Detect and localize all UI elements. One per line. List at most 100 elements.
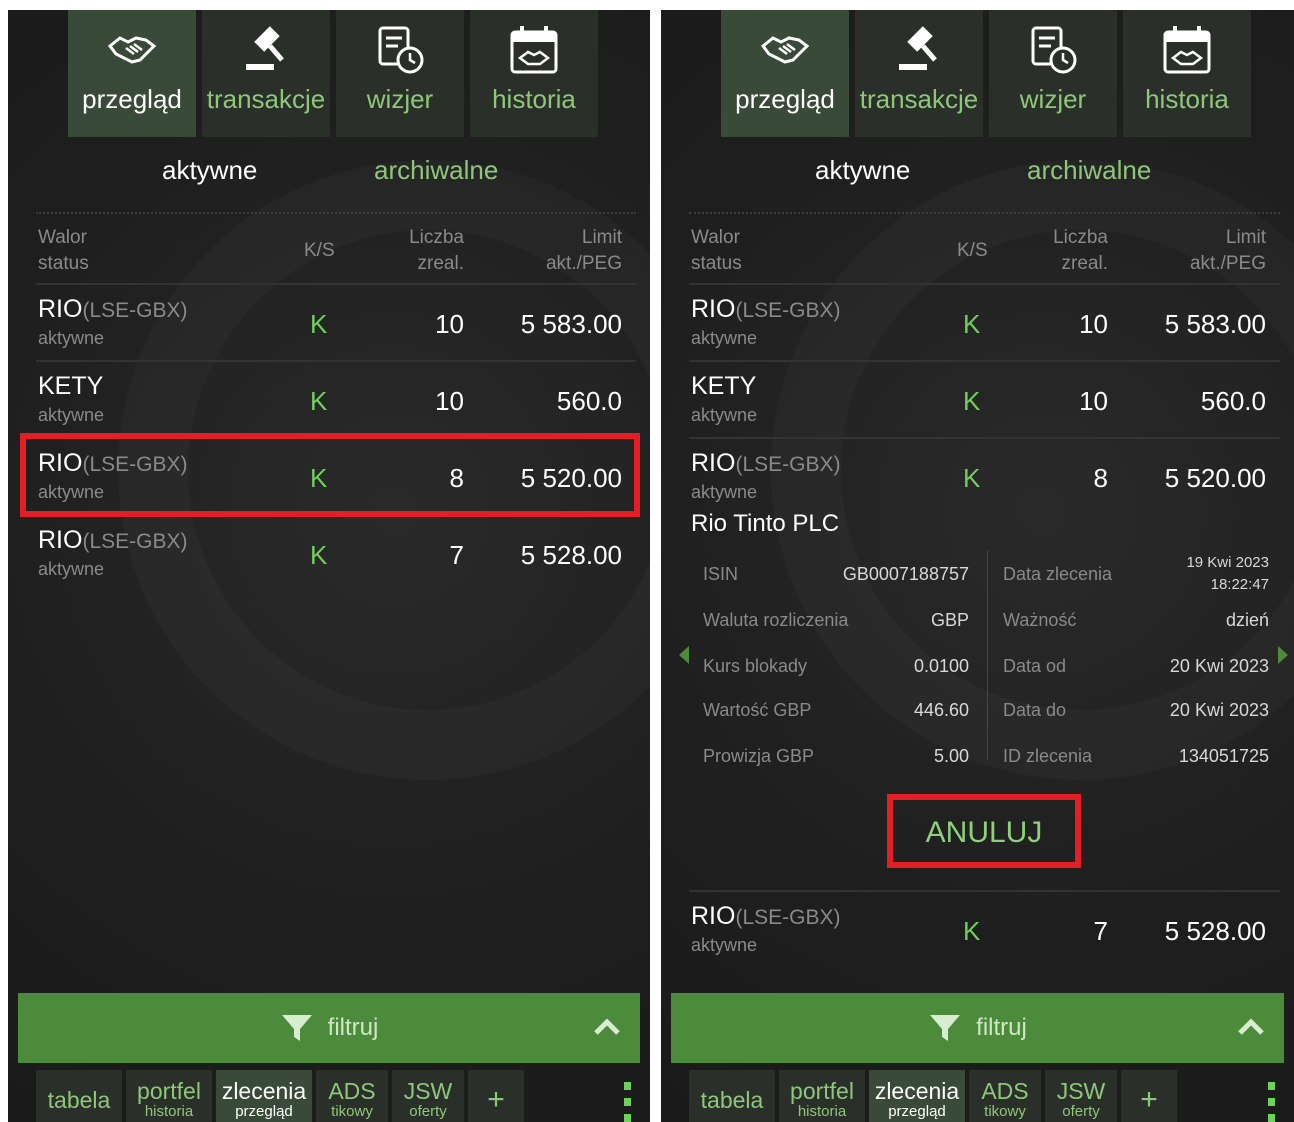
- bottom-tab-zlecenia[interactable]: zlecenia przegląd: [869, 1070, 965, 1122]
- table-row[interactable]: RIO(LSE-GBX) aktywne K 10 5 583.00: [8, 283, 650, 359]
- order-symbol: RIO(LSE-GBX): [38, 526, 188, 554]
- more-menu-icon[interactable]: [1268, 1082, 1276, 1122]
- tab-przeglad[interactable]: przegląd: [68, 10, 196, 137]
- detail-order-date: Data zlecenia 19 Kwi 2023 18:22:47: [1003, 554, 1269, 593]
- calendar-handshake-icon: [508, 24, 560, 76]
- tab-historia[interactable]: historia: [1123, 10, 1251, 137]
- table-header: Walor status K/S Liczba zreal. Limit akt./P…: [661, 225, 1294, 283]
- top-navigation: przegląd transakcje wizjer historia: [68, 10, 598, 137]
- divider: [36, 212, 636, 214]
- order-limit: 560.0: [556, 386, 622, 416]
- header-ks: K/S: [304, 240, 335, 261]
- detail-currency: Waluta rozliczenia GBP: [703, 610, 969, 630]
- order-status: aktywne: [38, 405, 105, 425]
- order-side: K: [963, 463, 981, 493]
- bottom-tab-portfel[interactable]: portfel historia: [126, 1070, 212, 1122]
- filter-label: filtruj: [976, 1014, 1027, 1041]
- order-side: K: [310, 386, 328, 416]
- bottom-tab-ads[interactable]: ADS tikowy: [316, 1070, 388, 1122]
- detail-isin: ISIN GB0007188757: [703, 564, 969, 584]
- bottom-tab-portfel[interactable]: portfel historia: [779, 1070, 865, 1122]
- bottom-tab-zlecenia[interactable]: zlecenia przegląd: [216, 1070, 312, 1122]
- order-qty: 10: [1079, 386, 1108, 416]
- add-tab-button[interactable]: +: [1121, 1070, 1177, 1122]
- subtab-aktywne[interactable]: aktywne: [162, 155, 257, 186]
- next-arrow-icon[interactable]: [1278, 646, 1288, 664]
- subtab-archiwalne[interactable]: archiwalne: [1027, 155, 1151, 186]
- tab-label: transakcje: [206, 84, 326, 114]
- tab-historia[interactable]: historia: [470, 10, 598, 137]
- prev-arrow-icon[interactable]: [679, 646, 689, 664]
- order-qty: 8: [1093, 463, 1108, 493]
- order-status: aktywne: [38, 559, 105, 579]
- tab-przeglad[interactable]: przegląd: [721, 10, 849, 137]
- table-row[interactable]: KETY aktywne K 10 560.0: [8, 360, 650, 436]
- order-limit: 5 528.00: [1164, 916, 1266, 946]
- order-status: aktywne: [691, 935, 758, 955]
- order-symbol: KETY: [691, 372, 757, 400]
- add-tab-button[interactable]: +: [468, 1070, 524, 1122]
- header-liczba: Liczba zreal.: [1053, 227, 1108, 274]
- bottom-tab-tabela[interactable]: tabela: [689, 1070, 775, 1122]
- bottom-tab-ads[interactable]: ADS tikowy: [969, 1070, 1041, 1122]
- more-menu-icon[interactable]: [624, 1082, 632, 1122]
- subtab-archiwalne[interactable]: archiwalne: [374, 155, 498, 186]
- order-limit: 5 520.00: [1164, 463, 1266, 493]
- header-limit: Limit akt./PEG: [545, 227, 622, 274]
- order-symbol: RIO(LSE-GBX): [691, 449, 841, 477]
- order-subtabs: aktywne archiwalne: [661, 155, 1294, 195]
- order-status: aktywne: [691, 405, 758, 425]
- order-qty: 10: [1079, 309, 1108, 339]
- filter-bar[interactable]: filtruj: [671, 993, 1284, 1063]
- detail-value: Wartość GBP 446.60: [703, 700, 969, 720]
- chevron-up-icon[interactable]: [592, 1013, 622, 1043]
- highlight-box: [20, 433, 640, 517]
- funnel-icon: [280, 1011, 314, 1045]
- subtab-aktywne[interactable]: aktywne: [815, 155, 910, 186]
- tab-wizjer[interactable]: wizjer: [989, 10, 1117, 137]
- tab-label: przegląd: [735, 84, 835, 114]
- filter-bar[interactable]: filtruj: [18, 993, 640, 1063]
- tab-wizjer[interactable]: wizjer: [336, 10, 464, 137]
- top-navigation: przegląd transakcje wizjer historia: [721, 10, 1251, 137]
- bottom-tab-jsw[interactable]: JSW oferty: [1045, 1070, 1117, 1122]
- table-row[interactable]: RIO(LSE-GBX) aktywne K 7 5 528.00: [8, 514, 650, 590]
- handshake-icon: [759, 24, 811, 76]
- table-row[interactable]: RIO(LSE-GBX) aktywne K 10 5 583.00: [661, 283, 1294, 359]
- table-row[interactable]: RIO(LSE-GBX) aktywne K 7 5 528.00: [661, 890, 1294, 966]
- right-screen: przegląd transakcje wizjer historia akty…: [661, 10, 1294, 1122]
- order-symbol: RIO(LSE-GBX): [38, 295, 188, 323]
- bottom-tabs: tabela portfel historia zlecenia przegląd …: [689, 1070, 1177, 1122]
- order-status: aktywne: [691, 482, 758, 502]
- detail-date-from: Data od 20 Kwi 2023: [1003, 656, 1269, 676]
- tab-transakcje[interactable]: transakcje: [855, 10, 983, 137]
- divider: [689, 212, 1280, 214]
- funnel-icon: [928, 1011, 962, 1045]
- table-row-expanded[interactable]: RIO(LSE-GBX) aktywne K 8 5 520.00: [661, 437, 1294, 513]
- order-side: K: [963, 386, 981, 416]
- bottom-tab-tabela[interactable]: tabela: [36, 1070, 122, 1122]
- tab-label: historia: [492, 84, 576, 114]
- detail-commission: Prowizja GBP 5.00: [703, 746, 969, 766]
- order-side: K: [963, 916, 981, 946]
- table-header: Walor status K/S Liczba zreal. Limit akt./P…: [8, 225, 650, 283]
- document-clock-icon: [1027, 24, 1079, 76]
- order-limit: 5 528.00: [520, 540, 622, 570]
- header-walor: Walor status: [691, 227, 742, 274]
- order-side: K: [310, 540, 328, 570]
- order-symbol: RIO(LSE-GBX): [691, 902, 841, 930]
- chevron-up-icon[interactable]: [1236, 1013, 1266, 1043]
- tab-label: transakcje: [859, 84, 979, 114]
- tab-transakcje[interactable]: transakcje: [202, 10, 330, 137]
- order-side: K: [963, 309, 981, 339]
- tab-label: wizjer: [366, 84, 434, 114]
- gavel-icon: [893, 24, 945, 76]
- gavel-icon: [240, 24, 292, 76]
- order-status: aktywne: [691, 328, 758, 348]
- order-symbol: RIO(LSE-GBX): [691, 295, 841, 323]
- bottom-tab-jsw[interactable]: JSW oferty: [392, 1070, 464, 1122]
- order-qty: 7: [1093, 916, 1108, 946]
- detail-validity: Ważność dzień: [1003, 610, 1269, 630]
- header-limit: Limit akt./PEG: [1189, 227, 1266, 274]
- table-row[interactable]: KETY aktywne K 10 560.0: [661, 360, 1294, 436]
